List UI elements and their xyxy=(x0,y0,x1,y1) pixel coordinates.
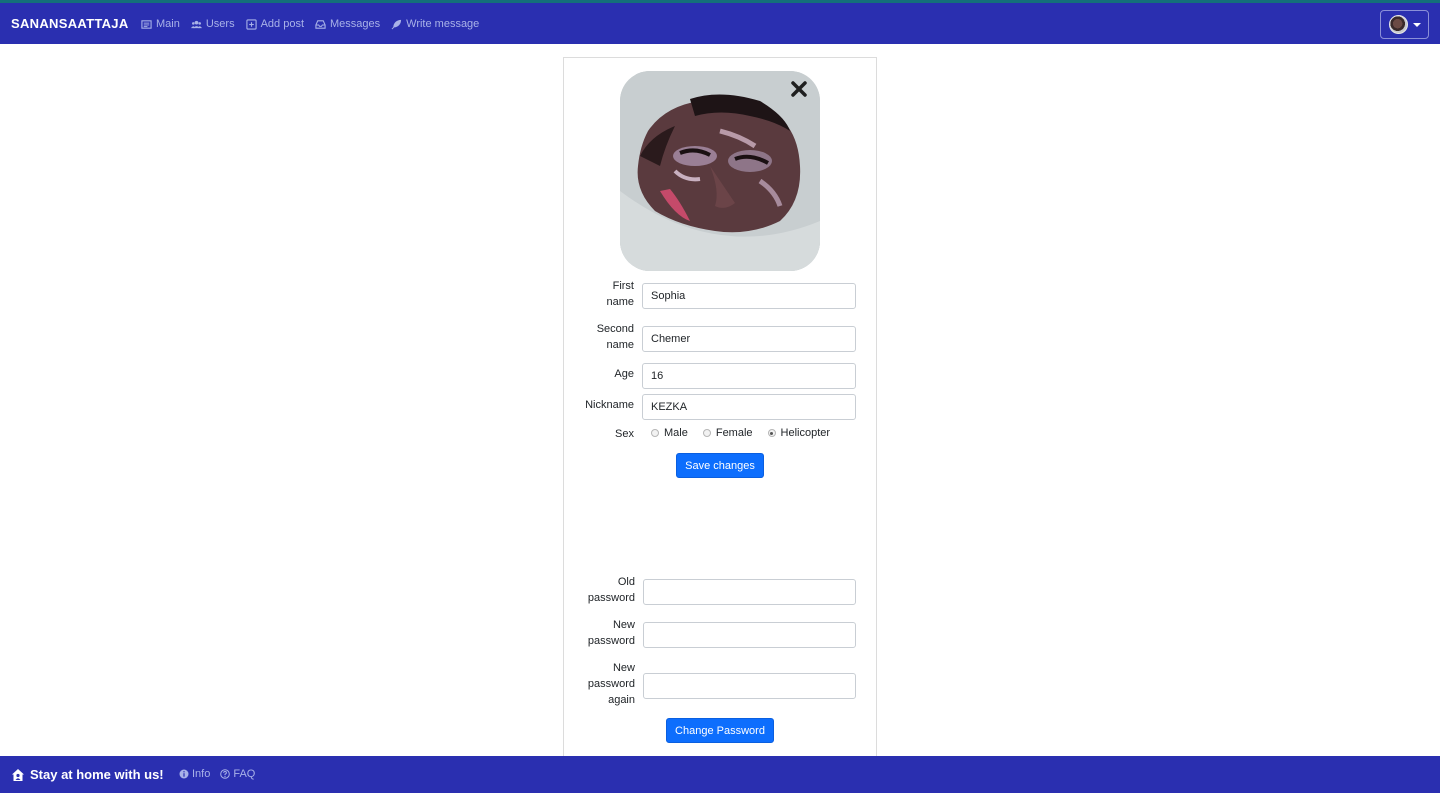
old-password-input[interactable] xyxy=(643,579,856,605)
new-password-label-line: password xyxy=(587,635,635,647)
nav-item-label: Write message xyxy=(406,18,480,30)
profile-card: First name Second name Age Nickname Sex … xyxy=(563,57,877,777)
first-name-label: First name xyxy=(606,278,634,310)
radio-button[interactable] xyxy=(702,429,711,437)
account-menu-button[interactable] xyxy=(1380,10,1429,39)
new-password-label-line: New xyxy=(612,619,635,631)
new-password-again-input[interactable] xyxy=(643,673,856,699)
new-password-again-label-line: again xyxy=(608,694,635,706)
new-password-label: New password xyxy=(588,617,635,649)
save-changes-button[interactable]: Save changes xyxy=(676,453,764,478)
age-label: Age xyxy=(614,368,634,380)
second-name-input[interactable] xyxy=(642,326,856,352)
first-name-label-line: name xyxy=(606,296,634,308)
profile-photo xyxy=(620,71,820,271)
nickname-input[interactable] xyxy=(642,394,856,420)
new-password-again-label: New password again xyxy=(588,660,635,708)
sex-option-male[interactable]: Male xyxy=(651,427,688,439)
main-nav: Main Users Add post Messages Write messa… xyxy=(141,18,479,30)
close-icon[interactable] xyxy=(790,80,808,98)
sex-radio-group: Male Female Helicopter xyxy=(651,427,845,439)
nav-item-label: Add post xyxy=(260,18,304,30)
first-name-input[interactable] xyxy=(642,283,856,309)
second-name-label: Second name xyxy=(597,321,634,353)
newspaper-icon xyxy=(141,19,152,29)
chevron-down-icon xyxy=(1412,22,1421,27)
footer-link-label: FAQ xyxy=(233,768,256,780)
radio-button-selected[interactable] xyxy=(767,429,776,437)
old-password-label-line: Old xyxy=(617,576,635,588)
footer-brand[interactable]: Stay at home with us! xyxy=(11,767,164,782)
second-name-label-line: name xyxy=(606,339,634,351)
new-password-again-label-line: New xyxy=(612,662,635,674)
footer-link-faq[interactable]: FAQ xyxy=(220,768,255,780)
sex-option-helicopter[interactable]: Helicopter xyxy=(767,427,831,439)
nav-item-label: Messages xyxy=(330,18,381,30)
nav-item-write-message[interactable]: Write message xyxy=(391,18,479,30)
second-name-label-line: Second xyxy=(596,323,634,335)
radio-label: Helicopter xyxy=(780,427,831,439)
new-password-input[interactable] xyxy=(643,622,856,648)
nav-item-label: Main xyxy=(156,18,180,30)
top-navbar: SANANSAATTAJA Main Users Add post Messag… xyxy=(0,0,1440,44)
new-password-again-label-line: password xyxy=(587,678,635,690)
profile-painting-image xyxy=(620,71,820,271)
feather-icon xyxy=(391,19,402,29)
user-avatar xyxy=(1388,15,1408,34)
nav-item-users[interactable]: Users xyxy=(190,18,235,30)
footer-brand-label: Stay at home with us! xyxy=(30,767,164,782)
footer-link-label: Info xyxy=(192,768,211,780)
house-user-icon xyxy=(12,768,24,781)
question-circle-icon xyxy=(220,769,231,779)
radio-label: Male xyxy=(664,427,688,439)
users-icon xyxy=(190,20,202,28)
brand-logo-text[interactable]: SANANSAATTAJA xyxy=(11,16,129,31)
info-circle-icon xyxy=(179,769,189,779)
nav-item-add-post[interactable]: Add post xyxy=(245,18,304,30)
old-password-label: Old password xyxy=(588,574,635,606)
first-name-label-line: First xyxy=(612,280,634,292)
footer: Stay at home with us! Info FAQ xyxy=(0,756,1440,793)
change-password-button[interactable]: Change Password xyxy=(666,718,774,743)
nickname-label: Nickname xyxy=(585,399,634,411)
old-password-label-line: password xyxy=(587,592,635,604)
footer-links: Info FAQ xyxy=(179,768,255,780)
nav-item-main[interactable]: Main xyxy=(141,18,180,30)
radio-button[interactable] xyxy=(651,429,659,437)
footer-link-info[interactable]: Info xyxy=(179,768,210,780)
inbox-icon xyxy=(315,19,326,29)
nav-item-messages[interactable]: Messages xyxy=(315,18,380,30)
sex-option-female[interactable]: Female xyxy=(702,427,753,439)
nav-item-label: Users xyxy=(205,18,235,30)
radio-label: Female xyxy=(715,427,753,439)
plus-square-icon xyxy=(245,18,257,30)
age-input[interactable] xyxy=(642,363,856,389)
sex-label: Sex xyxy=(615,428,634,440)
